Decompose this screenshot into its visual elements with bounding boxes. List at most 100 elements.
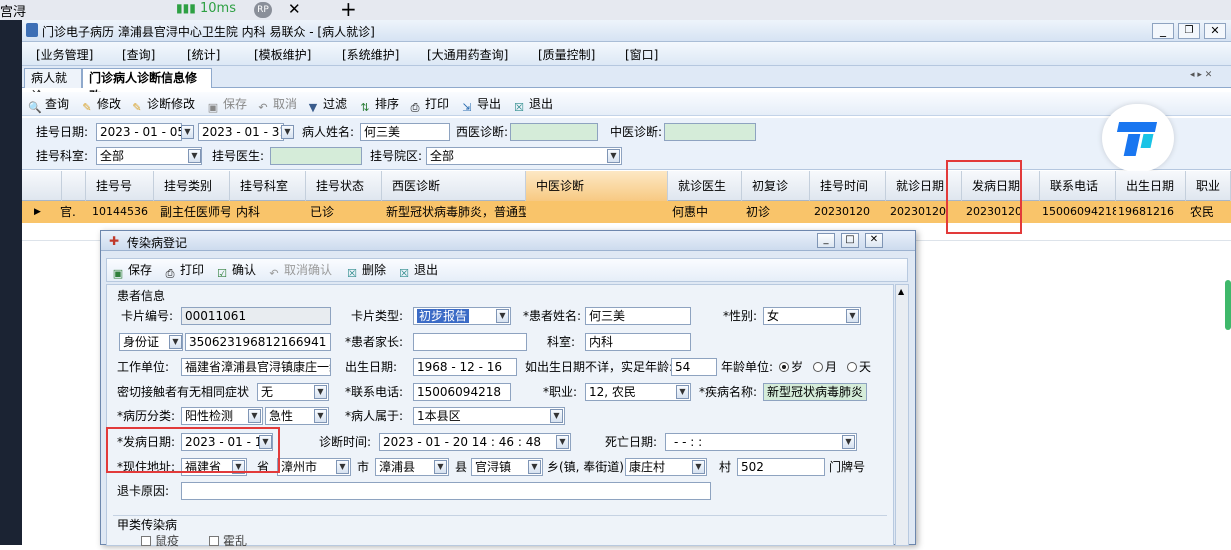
- age-unit-day-radio[interactable]: 天: [847, 358, 871, 376]
- page-scroll-indicator[interactable]: [1225, 280, 1231, 330]
- col-chinese-diag[interactable]: 中医诊断: [526, 171, 668, 201]
- edit-button[interactable]: ✎ 修改: [80, 96, 121, 114]
- menu-quality[interactable]: [质量控制]: [538, 46, 595, 63]
- exit-button[interactable]: ☒ 退出: [512, 96, 553, 114]
- chevron-down-icon[interactable]: ▼: [607, 149, 620, 163]
- diag-time-input[interactable]: 2023 - 01 - 20 14 : 46 : 48: [379, 433, 571, 451]
- col-phone[interactable]: 联系电话: [1040, 171, 1116, 201]
- chevron-down-icon[interactable]: ▼: [248, 409, 261, 423]
- death-date-input[interactable]: - - : :: [665, 433, 857, 451]
- col-reg-dept[interactable]: 挂号科室: [230, 171, 306, 201]
- dialog-print-button[interactable]: ⎙ 打印: [163, 262, 204, 280]
- tab-diagnosis-edit[interactable]: 门诊病人诊断信息修改: [82, 68, 212, 103]
- house-no-input[interactable]: 502: [737, 458, 825, 476]
- minimize-icon[interactable]: _: [1152, 23, 1174, 39]
- chevron-down-icon[interactable]: ▼: [496, 309, 509, 323]
- card-no-input[interactable]: 00011061: [181, 307, 331, 325]
- dialog-save-button[interactable]: ▣ 保存: [111, 262, 152, 280]
- disease-input[interactable]: 新型冠状病毒肺炎: [763, 383, 867, 401]
- scroll-up-icon[interactable]: ▲: [898, 287, 904, 296]
- browser-tab-title[interactable]: 宫浔: [0, 1, 26, 20]
- tab-scroll-icon[interactable]: ◂ ▸ ✕: [1190, 70, 1212, 80]
- chevron-down-icon[interactable]: ▼: [556, 435, 569, 449]
- patient-name-input[interactable]: 何三美: [585, 307, 691, 325]
- plague-checkbox[interactable]: 鼠疫: [141, 532, 179, 550]
- dialog-exit-button[interactable]: ☒ 退出: [397, 262, 438, 280]
- chevron-down-icon[interactable]: ▼: [314, 385, 327, 399]
- query-button[interactable]: 🔍 查询: [28, 96, 69, 114]
- reg-campus-select[interactable]: 全部: [426, 147, 622, 165]
- age-input[interactable]: 54: [671, 358, 717, 376]
- work-input[interactable]: 福建省漳浦县官浔镇康庄一组: [181, 358, 331, 376]
- col-visit-type[interactable]: 初复诊: [742, 171, 810, 201]
- export-button[interactable]: ⇲ 导出: [460, 96, 501, 114]
- col-reg-time[interactable]: 挂号时间: [810, 171, 886, 201]
- age-unit-year-radio[interactable]: 岁: [779, 358, 803, 376]
- close-window-icon[interactable]: ✕: [1204, 23, 1226, 39]
- chevron-down-icon[interactable]: ▼: [676, 385, 689, 399]
- cancel-button[interactable]: ↶ 取消: [256, 96, 297, 114]
- dialog-confirm-button[interactable]: ☑ 确认: [215, 262, 256, 280]
- sort-button[interactable]: ⇅ 排序: [358, 96, 399, 114]
- patient-name-input[interactable]: 何三美: [360, 123, 450, 141]
- menu-business[interactable]: [业务管理]: [36, 46, 93, 63]
- col-reg-no[interactable]: 挂号号: [86, 171, 154, 201]
- filter-button[interactable]: ▼ 过滤: [306, 96, 347, 114]
- dialog-delete-button[interactable]: ☒ 删除: [345, 262, 386, 280]
- chinese-diag-input[interactable]: [664, 123, 756, 141]
- birth-input[interactable]: 1968 - 12 - 16: [413, 358, 517, 376]
- maximize-icon[interactable]: □: [841, 233, 859, 248]
- chevron-down-icon[interactable]: ▼: [550, 409, 563, 423]
- age-unit-month-radio[interactable]: 月: [813, 358, 837, 376]
- col-reg-status[interactable]: 挂号状态: [306, 171, 382, 201]
- menu-window[interactable]: [窗口]: [625, 46, 658, 63]
- restore-icon[interactable]: ❐: [1178, 23, 1200, 39]
- col-doctor[interactable]: 就诊医生: [668, 171, 742, 201]
- new-tab-icon[interactable]: +: [340, 0, 357, 21]
- chevron-down-icon[interactable]: ▼: [169, 335, 182, 349]
- cholera-checkbox[interactable]: 霍乱: [209, 532, 247, 550]
- dialog-unconfirm-button[interactable]: ↶ 取消确认: [267, 262, 332, 280]
- chevron-down-icon[interactable]: ▼: [181, 125, 194, 139]
- reg-date-from-input[interactable]: 2023 - 01 - 05: [96, 123, 182, 141]
- rp-badge-icon[interactable]: RP: [254, 2, 272, 18]
- col-birth[interactable]: 出生日期: [1116, 171, 1186, 201]
- close-icon[interactable]: ✕: [865, 233, 883, 248]
- menu-system[interactable]: [系统维护]: [342, 46, 399, 63]
- chevron-down-icon[interactable]: ▼: [314, 409, 327, 423]
- reg-dept-select[interactable]: 全部: [96, 147, 202, 165]
- chevron-down-icon[interactable]: ▼: [842, 435, 855, 449]
- col-west-diag[interactable]: 西医诊断: [382, 171, 526, 201]
- menu-query[interactable]: [查询]: [122, 46, 155, 63]
- dialog-scrollbar[interactable]: ▲: [895, 284, 909, 546]
- table-row[interactable]: ▶ 官. 10144536 副主任医师号 内科 已诊 新型冠状病毒肺炎，普通型 …: [22, 201, 1231, 223]
- dept-input[interactable]: 内科: [585, 333, 691, 351]
- return-reason-input[interactable]: [181, 482, 711, 500]
- guardian-input[interactable]: [413, 333, 527, 351]
- close-tab-icon[interactable]: ✕: [288, 0, 301, 18]
- chevron-down-icon[interactable]: ▼: [434, 460, 447, 474]
- chevron-down-icon[interactable]: ▼: [336, 460, 349, 474]
- save-button[interactable]: ▣ 保存: [206, 96, 247, 114]
- menu-template[interactable]: [模板维护]: [254, 46, 311, 63]
- col-job[interactable]: 职业: [1186, 171, 1231, 201]
- menu-stats[interactable]: [统计]: [187, 46, 220, 63]
- id-no-input[interactable]: 350623196812166941: [185, 333, 331, 351]
- belong-select[interactable]: 1本县区: [413, 407, 565, 425]
- col-reg-type[interactable]: 挂号类别: [154, 171, 230, 201]
- chevron-down-icon[interactable]: ▼: [281, 125, 294, 139]
- tab-patient-visit[interactable]: 病人就诊: [24, 68, 82, 103]
- phone-input[interactable]: 15006094218: [413, 383, 511, 401]
- chevron-down-icon[interactable]: ▼: [528, 460, 541, 474]
- app-logo-icon[interactable]: [1102, 104, 1174, 172]
- reg-doctor-input[interactable]: [270, 147, 362, 165]
- diagnosis-edit-button[interactable]: ✎ 诊断修改: [130, 96, 195, 114]
- chevron-down-icon[interactable]: ▼: [692, 460, 705, 474]
- chevron-down-icon[interactable]: ▼: [846, 309, 859, 323]
- minimize-icon[interactable]: _: [817, 233, 835, 248]
- menu-drug-query[interactable]: [大通用药查询]: [427, 46, 508, 63]
- reg-date-to-input[interactable]: 2023 - 01 - 31: [198, 123, 284, 141]
- chevron-down-icon[interactable]: ▼: [188, 149, 201, 163]
- print-button[interactable]: ⎙ 打印: [408, 96, 449, 114]
- west-diag-input[interactable]: [510, 123, 598, 141]
